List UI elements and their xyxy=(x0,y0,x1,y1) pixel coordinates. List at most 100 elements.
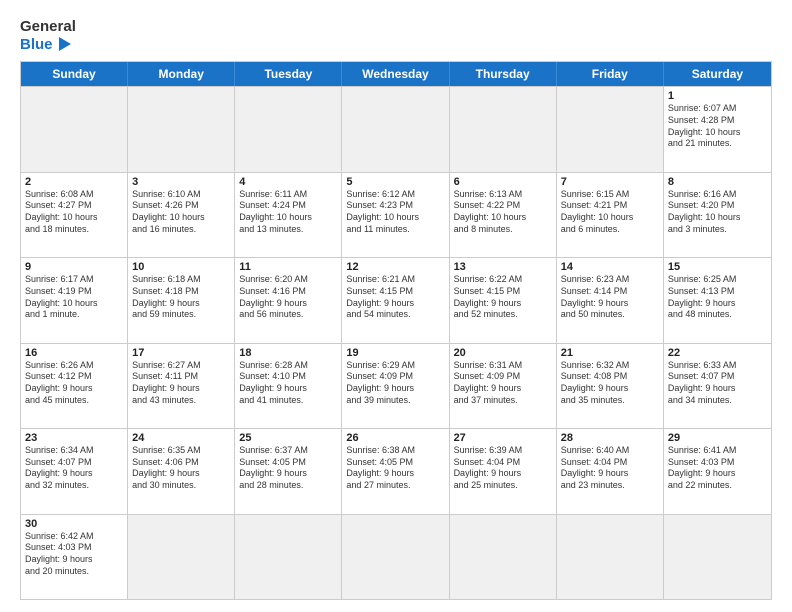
logo-blue: Blue xyxy=(20,36,53,53)
day-number: 16 xyxy=(25,347,123,359)
table-row: 13Sunrise: 6:22 AM Sunset: 4:15 PM Dayli… xyxy=(450,258,557,342)
page: General Blue SundayMondayTuesdayWednesda… xyxy=(0,0,792,612)
day-number: 19 xyxy=(346,347,444,359)
table-row: 17Sunrise: 6:27 AM Sunset: 4:11 PM Dayli… xyxy=(128,344,235,428)
table-row: 12Sunrise: 6:21 AM Sunset: 4:15 PM Dayli… xyxy=(342,258,449,342)
table-row xyxy=(557,515,664,599)
day-number: 26 xyxy=(346,432,444,444)
day-info: Sunrise: 6:12 AM Sunset: 4:23 PM Dayligh… xyxy=(346,189,444,236)
header-cell-tuesday: Tuesday xyxy=(235,62,342,86)
table-row: 1Sunrise: 6:07 AM Sunset: 4:28 PM Daylig… xyxy=(664,87,771,171)
calendar-body: 1Sunrise: 6:07 AM Sunset: 4:28 PM Daylig… xyxy=(21,86,771,599)
table-row: 9Sunrise: 6:17 AM Sunset: 4:19 PM Daylig… xyxy=(21,258,128,342)
day-number: 24 xyxy=(132,432,230,444)
day-info: Sunrise: 6:10 AM Sunset: 4:26 PM Dayligh… xyxy=(132,189,230,236)
table-row: 3Sunrise: 6:10 AM Sunset: 4:26 PM Daylig… xyxy=(128,173,235,257)
table-row: 8Sunrise: 6:16 AM Sunset: 4:20 PM Daylig… xyxy=(664,173,771,257)
calendar-week-0: 1Sunrise: 6:07 AM Sunset: 4:28 PM Daylig… xyxy=(21,86,771,171)
day-info: Sunrise: 6:22 AM Sunset: 4:15 PM Dayligh… xyxy=(454,274,552,321)
day-number: 22 xyxy=(668,347,767,359)
logo: General Blue xyxy=(20,18,76,53)
day-info: Sunrise: 6:18 AM Sunset: 4:18 PM Dayligh… xyxy=(132,274,230,321)
day-number: 29 xyxy=(668,432,767,444)
day-info: Sunrise: 6:25 AM Sunset: 4:13 PM Dayligh… xyxy=(668,274,767,321)
day-info: Sunrise: 6:38 AM Sunset: 4:05 PM Dayligh… xyxy=(346,445,444,492)
day-number: 23 xyxy=(25,432,123,444)
day-info: Sunrise: 6:26 AM Sunset: 4:12 PM Dayligh… xyxy=(25,360,123,407)
day-number: 12 xyxy=(346,261,444,273)
table-row: 10Sunrise: 6:18 AM Sunset: 4:18 PM Dayli… xyxy=(128,258,235,342)
calendar-week-2: 9Sunrise: 6:17 AM Sunset: 4:19 PM Daylig… xyxy=(21,257,771,342)
day-info: Sunrise: 6:37 AM Sunset: 4:05 PM Dayligh… xyxy=(239,445,337,492)
header-cell-thursday: Thursday xyxy=(450,62,557,86)
header-cell-saturday: Saturday xyxy=(664,62,771,86)
logo-wordmark: General Blue xyxy=(20,18,76,53)
table-row: 5Sunrise: 6:12 AM Sunset: 4:23 PM Daylig… xyxy=(342,173,449,257)
day-info: Sunrise: 6:16 AM Sunset: 4:20 PM Dayligh… xyxy=(668,189,767,236)
day-info: Sunrise: 6:11 AM Sunset: 4:24 PM Dayligh… xyxy=(239,189,337,236)
day-number: 13 xyxy=(454,261,552,273)
table-row xyxy=(450,87,557,171)
day-number: 4 xyxy=(239,176,337,188)
table-row: 22Sunrise: 6:33 AM Sunset: 4:07 PM Dayli… xyxy=(664,344,771,428)
header-cell-monday: Monday xyxy=(128,62,235,86)
table-row: 7Sunrise: 6:15 AM Sunset: 4:21 PM Daylig… xyxy=(557,173,664,257)
table-row xyxy=(557,87,664,171)
day-number: 18 xyxy=(239,347,337,359)
day-info: Sunrise: 6:31 AM Sunset: 4:09 PM Dayligh… xyxy=(454,360,552,407)
logo-triangle-icon xyxy=(55,35,73,53)
logo-general: General xyxy=(20,18,76,35)
table-row xyxy=(235,87,342,171)
day-number: 17 xyxy=(132,347,230,359)
header-cell-sunday: Sunday xyxy=(21,62,128,86)
table-row: 28Sunrise: 6:40 AM Sunset: 4:04 PM Dayli… xyxy=(557,429,664,513)
table-row xyxy=(21,87,128,171)
table-row: 26Sunrise: 6:38 AM Sunset: 4:05 PM Dayli… xyxy=(342,429,449,513)
day-number: 30 xyxy=(25,518,123,530)
table-row: 18Sunrise: 6:28 AM Sunset: 4:10 PM Dayli… xyxy=(235,344,342,428)
table-row: 11Sunrise: 6:20 AM Sunset: 4:16 PM Dayli… xyxy=(235,258,342,342)
calendar-week-4: 23Sunrise: 6:34 AM Sunset: 4:07 PM Dayli… xyxy=(21,428,771,513)
calendar: SundayMondayTuesdayWednesdayThursdayFrid… xyxy=(20,61,772,600)
day-number: 11 xyxy=(239,261,337,273)
header-cell-friday: Friday xyxy=(557,62,664,86)
day-number: 9 xyxy=(25,261,123,273)
table-row xyxy=(664,515,771,599)
table-row: 30Sunrise: 6:42 AM Sunset: 4:03 PM Dayli… xyxy=(21,515,128,599)
header-cell-wednesday: Wednesday xyxy=(342,62,449,86)
table-row: 6Sunrise: 6:13 AM Sunset: 4:22 PM Daylig… xyxy=(450,173,557,257)
table-row xyxy=(128,515,235,599)
day-number: 25 xyxy=(239,432,337,444)
day-number: 21 xyxy=(561,347,659,359)
calendar-week-3: 16Sunrise: 6:26 AM Sunset: 4:12 PM Dayli… xyxy=(21,343,771,428)
day-number: 5 xyxy=(346,176,444,188)
day-info: Sunrise: 6:23 AM Sunset: 4:14 PM Dayligh… xyxy=(561,274,659,321)
table-row: 20Sunrise: 6:31 AM Sunset: 4:09 PM Dayli… xyxy=(450,344,557,428)
day-info: Sunrise: 6:15 AM Sunset: 4:21 PM Dayligh… xyxy=(561,189,659,236)
table-row: 24Sunrise: 6:35 AM Sunset: 4:06 PM Dayli… xyxy=(128,429,235,513)
calendar-week-5: 30Sunrise: 6:42 AM Sunset: 4:03 PM Dayli… xyxy=(21,514,771,599)
day-number: 8 xyxy=(668,176,767,188)
day-number: 20 xyxy=(454,347,552,359)
day-info: Sunrise: 6:21 AM Sunset: 4:15 PM Dayligh… xyxy=(346,274,444,321)
table-row xyxy=(128,87,235,171)
table-row: 4Sunrise: 6:11 AM Sunset: 4:24 PM Daylig… xyxy=(235,173,342,257)
day-number: 2 xyxy=(25,176,123,188)
table-row: 19Sunrise: 6:29 AM Sunset: 4:09 PM Dayli… xyxy=(342,344,449,428)
table-row: 23Sunrise: 6:34 AM Sunset: 4:07 PM Dayli… xyxy=(21,429,128,513)
day-info: Sunrise: 6:13 AM Sunset: 4:22 PM Dayligh… xyxy=(454,189,552,236)
day-info: Sunrise: 6:20 AM Sunset: 4:16 PM Dayligh… xyxy=(239,274,337,321)
day-info: Sunrise: 6:35 AM Sunset: 4:06 PM Dayligh… xyxy=(132,445,230,492)
day-number: 3 xyxy=(132,176,230,188)
day-info: Sunrise: 6:27 AM Sunset: 4:11 PM Dayligh… xyxy=(132,360,230,407)
day-info: Sunrise: 6:32 AM Sunset: 4:08 PM Dayligh… xyxy=(561,360,659,407)
day-info: Sunrise: 6:33 AM Sunset: 4:07 PM Dayligh… xyxy=(668,360,767,407)
day-number: 15 xyxy=(668,261,767,273)
day-info: Sunrise: 6:08 AM Sunset: 4:27 PM Dayligh… xyxy=(25,189,123,236)
day-info: Sunrise: 6:40 AM Sunset: 4:04 PM Dayligh… xyxy=(561,445,659,492)
day-number: 14 xyxy=(561,261,659,273)
table-row: 21Sunrise: 6:32 AM Sunset: 4:08 PM Dayli… xyxy=(557,344,664,428)
day-number: 6 xyxy=(454,176,552,188)
day-number: 7 xyxy=(561,176,659,188)
table-row: 29Sunrise: 6:41 AM Sunset: 4:03 PM Dayli… xyxy=(664,429,771,513)
